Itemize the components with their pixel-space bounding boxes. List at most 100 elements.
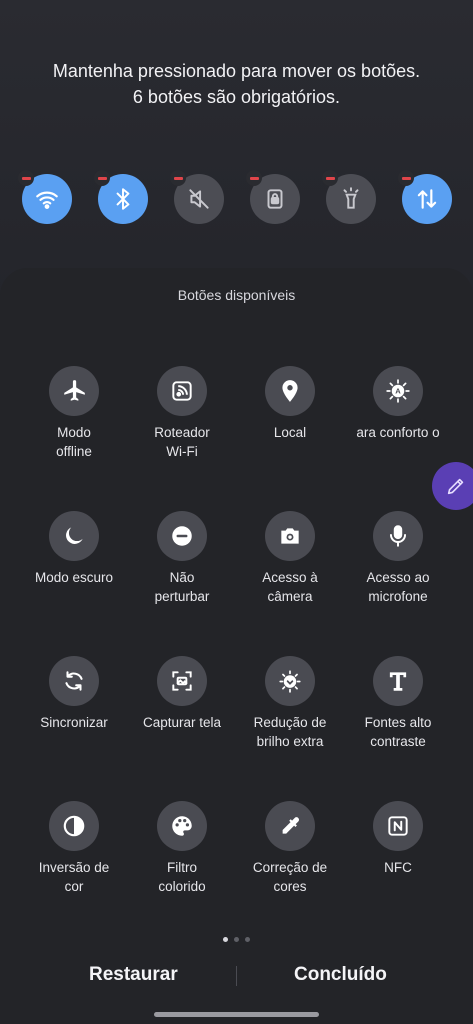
tile-camera-access[interactable]: Acesso à câmera <box>236 511 344 606</box>
tile-eye-comfort[interactable]: A ara conforto o <box>344 366 452 443</box>
tile-label: Capturar tela <box>142 715 222 730</box>
mute-icon <box>189 189 209 209</box>
quick-button-flashlight[interactable] <box>322 170 376 224</box>
invert-color-icon <box>63 815 85 837</box>
quick-button-bluetooth[interactable] <box>94 170 148 224</box>
tile-circle <box>49 511 99 561</box>
eye-comfort-icon: A <box>386 379 410 403</box>
pen-icon <box>447 478 464 495</box>
tile-color-inversion[interactable]: Inversão de cor <box>20 801 128 896</box>
remove-button[interactable] <box>322 170 338 186</box>
tile-circle <box>265 366 315 416</box>
tile-circle <box>157 366 207 416</box>
lock-icon <box>267 189 283 209</box>
tile-hotspot[interactable]: Roteador Wi-Fi <box>128 366 236 461</box>
page-dot[interactable] <box>223 937 228 942</box>
tile-circle <box>265 656 315 706</box>
tile-label: Acesso à câmera <box>262 570 318 604</box>
page-indicator <box>0 937 473 942</box>
tile-location[interactable]: Local <box>236 366 344 443</box>
hotspot-icon <box>172 381 192 401</box>
tile-circle <box>157 511 207 561</box>
page-dot[interactable] <box>245 937 250 942</box>
remove-button[interactable] <box>170 170 186 186</box>
tile-label: Modo escuro <box>34 570 114 585</box>
home-indicator[interactable] <box>154 1012 319 1017</box>
tile-circle <box>265 801 315 851</box>
microphone-icon <box>389 525 407 547</box>
tile-sync[interactable]: Sincronizar <box>20 656 128 733</box>
reset-button[interactable]: Restaurar <box>89 964 178 986</box>
tile-circle <box>265 511 315 561</box>
data-transfer-icon <box>417 189 437 209</box>
quick-button-wifi[interactable] <box>18 170 72 224</box>
quick-button-mobile-data[interactable] <box>398 170 452 224</box>
tile-airplane-mode[interactable]: Modo offline <box>20 366 128 461</box>
tile-circle <box>157 656 207 706</box>
screenshot-icon <box>172 671 192 691</box>
tile-label: Acesso ao microfone <box>366 570 430 604</box>
bluetooth-icon <box>116 188 130 210</box>
flashlight-icon <box>343 187 359 209</box>
wifi-icon <box>36 191 58 209</box>
tile-label: Não perturbar <box>154 570 210 604</box>
tile-high-contrast-fonts[interactable]: Fontes alto contraste <box>344 656 452 751</box>
page-dot[interactable] <box>234 937 239 942</box>
remove-button[interactable] <box>18 170 34 186</box>
quick-button-sound[interactable] <box>170 170 224 224</box>
instruction-line-1: Mantenha pressionado para mover os botõe… <box>52 61 421 81</box>
footer-divider <box>236 966 237 986</box>
location-icon <box>282 380 298 402</box>
tile-circle <box>49 801 99 851</box>
tile-label: Redução de brilho extra <box>253 715 327 749</box>
active-buttons-row <box>18 170 452 226</box>
tile-label: Sincronizar <box>40 715 108 730</box>
tile-circle <box>373 801 423 851</box>
tile-circle <box>49 656 99 706</box>
tile-label: Roteador Wi-Fi <box>154 425 210 459</box>
tile-label: Filtro colorido <box>158 860 206 894</box>
remove-button[interactable] <box>94 170 110 186</box>
tile-label: Local <box>273 425 307 440</box>
palette-icon <box>172 816 192 836</box>
tile-label: Modo offline <box>56 425 92 459</box>
remove-button[interactable] <box>398 170 414 186</box>
eyedropper-icon <box>282 817 300 834</box>
panel-title: Botões disponíveis <box>177 287 296 303</box>
brightness-icon <box>279 670 301 693</box>
tile-screenshot[interactable]: Capturar tela <box>128 656 236 733</box>
tile-microphone-access[interactable]: Acesso ao microfone <box>344 511 452 606</box>
tile-label: ara conforto o <box>356 425 440 440</box>
do-not-disturb-icon <box>172 526 192 546</box>
nfc-icon <box>388 816 408 836</box>
quick-button-rotation-lock[interactable] <box>246 170 300 224</box>
tile-label: Fontes alto contraste <box>364 715 432 749</box>
quick-panel-editor: Mantenha pressionado para mover os botõe… <box>0 0 473 1024</box>
tile-color-filter[interactable]: Filtro colorido <box>128 801 236 896</box>
tile-label: Correção de cores <box>252 860 328 894</box>
edge-panel-handle[interactable] <box>432 462 473 510</box>
tile-dark-mode[interactable]: Modo escuro <box>20 511 128 588</box>
tile-circle <box>373 511 423 561</box>
tile-label: Inversão de cor <box>38 860 110 894</box>
instruction-line-2: 6 botões são obrigatórios. <box>132 87 341 107</box>
footer-bar: Restaurar Concluído <box>0 956 473 996</box>
tile-circle <box>373 656 423 706</box>
tile-label: NFC <box>384 860 412 875</box>
moon-icon <box>66 527 83 544</box>
sync-icon <box>65 671 83 691</box>
tile-color-correction[interactable]: Correção de cores <box>236 801 344 896</box>
available-buttons-panel: Botões disponíveis Modo offline Roteador… <box>0 268 473 1024</box>
remove-button[interactable] <box>246 170 262 186</box>
tile-circle <box>157 801 207 851</box>
done-button[interactable]: Concluído <box>294 964 387 986</box>
font-contrast-icon <box>389 672 407 691</box>
instruction-text: Mantenha pressionado para mover os botõe… <box>0 58 473 110</box>
svg-text:A: A <box>395 387 401 396</box>
tile-do-not-disturb[interactable]: Não perturbar <box>128 511 236 606</box>
tile-nfc[interactable]: NFC <box>344 801 452 878</box>
tile-circle: A <box>373 366 423 416</box>
camera-icon <box>281 528 299 544</box>
tile-extra-dim[interactable]: Redução de brilho extra <box>236 656 344 751</box>
tile-circle <box>49 366 99 416</box>
